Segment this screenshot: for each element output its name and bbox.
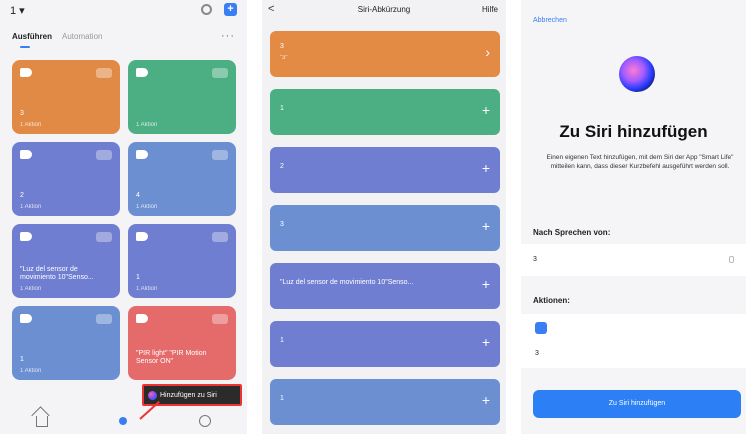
shortcut-row[interactable]: 2 + xyxy=(270,147,500,193)
card-menu-icon[interactable] xyxy=(96,150,112,160)
mic-icon xyxy=(729,256,734,263)
chevron-right-icon[interactable]: › xyxy=(485,44,490,60)
tag-icon xyxy=(136,68,148,77)
shortcut-row[interactable]: 1 + xyxy=(270,379,500,425)
tag-icon xyxy=(136,150,148,159)
plus-icon[interactable]: + xyxy=(482,334,490,350)
home-selector[interactable]: 1 ▾ xyxy=(10,4,25,17)
add-to-siri-screen: Abbrechen Zu Siri hinzufügen Einen eigen… xyxy=(521,0,746,434)
page-title: Siri-Abkürzung xyxy=(357,5,411,14)
help-link[interactable]: Hilfe xyxy=(482,5,498,14)
shortcut-row[interactable]: 3 + xyxy=(270,205,500,251)
tag-icon xyxy=(20,314,32,323)
scene-card[interactable]: 1 1 Aktion xyxy=(12,306,120,380)
page-title: Zu Siri hinzufügen xyxy=(559,122,708,141)
card-menu-icon[interactable] xyxy=(96,314,112,324)
tag-icon xyxy=(20,232,32,241)
card-menu-icon[interactable] xyxy=(96,232,112,242)
bottom-nav xyxy=(0,408,247,434)
tag-icon xyxy=(136,314,148,323)
tab-automation[interactable]: Automation xyxy=(62,32,102,41)
profile-icon[interactable] xyxy=(199,415,212,427)
scene-card[interactable]: 2 1 Aktion xyxy=(12,142,120,216)
action-item: 3 xyxy=(521,314,746,368)
tag-icon xyxy=(20,68,32,77)
shortcut-row[interactable]: 3 "3" › xyxy=(270,31,500,77)
siri-icon xyxy=(619,56,655,92)
siri-shortcut-screen: < Siri-Abkürzung Hilfe 3 "3" › 1 + 2 + 3… xyxy=(262,0,506,434)
shortcut-icon xyxy=(535,322,547,334)
phrase-field[interactable]: 3 xyxy=(521,244,746,276)
scene-card[interactable]: 1 1 Aktion xyxy=(128,224,236,298)
gear-icon[interactable] xyxy=(201,4,212,15)
plus-icon[interactable]: + xyxy=(482,160,490,176)
add-scene-button[interactable]: + xyxy=(224,3,237,16)
shortcut-row[interactable]: "Luz del sensor de movimiento 10"Senso..… xyxy=(270,263,500,309)
plus-icon[interactable]: + xyxy=(482,218,490,234)
actions-label: Aktionen: xyxy=(533,296,570,305)
card-menu-icon[interactable] xyxy=(212,314,228,324)
plus-icon[interactable]: + xyxy=(482,102,490,118)
tag-icon xyxy=(136,232,148,241)
plus-icon[interactable]: + xyxy=(482,392,490,408)
scene-card[interactable]: 4 1 Aktion xyxy=(128,142,236,216)
siri-icon xyxy=(148,390,157,400)
scene-tabs: Ausführen Automation xyxy=(12,32,102,48)
shortcut-row[interactable]: 1 + xyxy=(270,321,500,367)
scene-card[interactable]: "PIR light" "PIR Motion Sensor ON" xyxy=(128,306,236,380)
tag-icon xyxy=(20,150,32,159)
phrase-label: Nach Sprechen von: xyxy=(533,228,611,237)
cancel-button[interactable]: Abbrechen xyxy=(533,17,567,24)
scene-card[interactable]: "Luz del sensor de movimiento 10"Senso..… xyxy=(12,224,120,298)
scene-card[interactable]: 1 Aktion xyxy=(128,60,236,134)
card-menu-icon[interactable] xyxy=(212,68,228,78)
home-icon[interactable] xyxy=(35,415,48,427)
shortcut-row[interactable]: 1 + xyxy=(270,89,500,135)
plus-icon[interactable]: + xyxy=(482,276,490,292)
card-menu-icon[interactable] xyxy=(212,232,228,242)
tab-run[interactable]: Ausführen xyxy=(12,32,52,48)
more-icon[interactable]: ··· xyxy=(221,30,235,42)
scenes-icon[interactable] xyxy=(119,417,128,425)
card-menu-icon[interactable] xyxy=(212,150,228,160)
card-menu-icon[interactable] xyxy=(96,68,112,78)
add-to-siri-button[interactable]: Zu Siri hinzufügen xyxy=(533,390,741,418)
scenes-screen: 1 ▾ + Ausführen Automation ··· 3 1 Aktio… xyxy=(0,0,247,434)
description: Einen eigenen Text hinzufügen, mit dem S… xyxy=(546,154,734,170)
scene-card[interactable]: 3 1 Aktion xyxy=(12,60,120,134)
